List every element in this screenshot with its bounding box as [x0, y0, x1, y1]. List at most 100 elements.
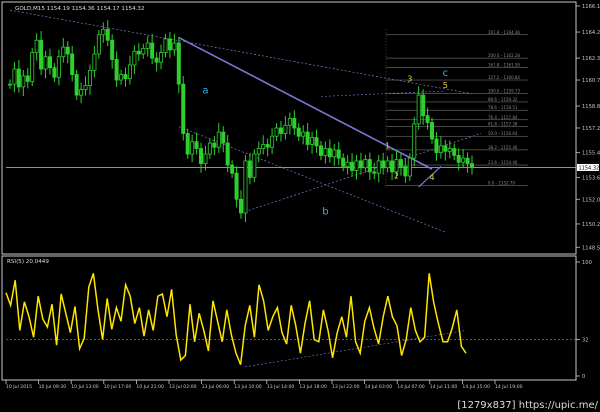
- candle-body: [234, 172, 239, 200]
- candle-body: [341, 157, 346, 167]
- candle-body: [163, 38, 168, 54]
- price-tick-label: 1157.20: [582, 126, 600, 132]
- candle-body: [12, 68, 17, 85]
- time-tick-label: 14 Jul 03:00: [365, 384, 393, 390]
- candle-body: [252, 153, 257, 178]
- candle-body: [194, 141, 199, 149]
- candle-body: [278, 127, 283, 134]
- candle-body: [172, 42, 177, 51]
- candle-body: [261, 144, 266, 149]
- time-tick-label: 14 Jul 15:00: [462, 384, 490, 390]
- candle-body: [461, 157, 466, 163]
- candle-body: [438, 145, 443, 154]
- time-tick-label: 13 Jul 18:00: [299, 384, 327, 390]
- candle-body: [358, 160, 363, 169]
- time-tick-label: 13 Jul 22:00: [332, 384, 360, 390]
- fib-level-label: 61.8 - 1157.38: [488, 122, 518, 127]
- time-tick-label: 13 Jul 06:00: [202, 384, 230, 390]
- price-tick-label: 1152.00: [582, 197, 600, 203]
- fib-level-label: 76.4 - 1157.84: [488, 115, 518, 120]
- candle-body: [407, 157, 412, 177]
- price-tick-label: 1160.70: [582, 78, 600, 84]
- candle-body: [345, 161, 350, 167]
- price-tick-label: 1166.10: [582, 4, 600, 10]
- candle-body: [430, 122, 435, 140]
- candle-body: [443, 145, 448, 152]
- fib-level-label: 161.8 - 1161.59: [488, 63, 520, 68]
- price-tick-label: 1162.30: [582, 56, 600, 62]
- candle-body: [199, 148, 204, 165]
- candle-body: [30, 52, 35, 82]
- candle-body: [323, 148, 328, 156]
- price-tick-label: 1164.20: [582, 30, 600, 36]
- candle-body: [203, 153, 208, 165]
- candle-body: [314, 137, 319, 147]
- price-tick-label: 1158.80: [582, 104, 600, 110]
- fib-level-label: 261.8 - 1164.36: [488, 30, 520, 35]
- wave-label: 4: [429, 173, 434, 182]
- candle-body: [283, 124, 288, 134]
- candle-body: [270, 135, 275, 148]
- candle-body: [336, 149, 341, 159]
- fib-level-label: 78.6 - 1158.51: [488, 105, 518, 110]
- candle-body: [287, 118, 292, 126]
- candle-body: [43, 56, 48, 70]
- candle-body: [256, 148, 261, 155]
- time-tick-label: 13 Jul 14:00: [267, 384, 295, 390]
- candle-body: [25, 75, 30, 82]
- candle-body: [185, 133, 190, 155]
- candle-body: [167, 38, 172, 51]
- candle-body: [154, 57, 159, 63]
- candle-body: [176, 42, 181, 85]
- wave-label: 2: [394, 172, 399, 181]
- price-panel-frame: [1, 1, 577, 255]
- candle-body: [456, 155, 461, 163]
- candle-body: [243, 160, 248, 214]
- fib-level-label: 100.0 - 1159.73: [488, 89, 520, 94]
- time-tick-label: 10 Jul 09:30: [39, 384, 67, 390]
- candle-body: [150, 42, 155, 59]
- time-tick-label: 14 Jul 11:00: [430, 384, 458, 390]
- candle-body: [305, 131, 310, 145]
- candle-body: [141, 48, 146, 55]
- candle-body: [136, 50, 141, 55]
- candle-body: [296, 127, 301, 137]
- candle-body: [221, 131, 226, 144]
- candle-body: [114, 59, 119, 81]
- candle-body: [350, 161, 355, 171]
- candle-body: [159, 52, 164, 63]
- candle-body: [21, 75, 26, 88]
- candle-body: [70, 53, 75, 75]
- rsi-tick-label: 32: [582, 338, 589, 344]
- candle-body: [216, 131, 221, 148]
- candle-body: [318, 145, 323, 156]
- fib-level-label: 200.0 - 1162.28: [488, 53, 520, 58]
- time-tick-label: 13 Jul 02:00: [169, 384, 197, 390]
- time-axis: 10 Jul 2015 10 Jul 09:30 10 Jul 13:00 10 Ju…: [5, 380, 523, 390]
- time-tick-label: 14 Jul 19:00: [495, 384, 523, 390]
- candle-body: [7, 83, 12, 86]
- candle-body: [101, 28, 106, 36]
- candle-body: [47, 56, 52, 69]
- candle-body: [56, 56, 61, 78]
- candle-body: [65, 46, 70, 55]
- candle-body: [225, 142, 230, 166]
- price-tick-label: 1153.60: [582, 175, 600, 181]
- candle-body: [465, 157, 470, 165]
- candle-body: [74, 74, 79, 96]
- candle-body: [274, 127, 279, 137]
- candle-body: [110, 39, 115, 60]
- candle-body: [230, 164, 235, 174]
- candle-body: [16, 68, 21, 88]
- candle-body: [394, 159, 399, 173]
- candle-body: [398, 159, 403, 167]
- fib-level-label: 23.6 - 1154.46: [488, 160, 518, 165]
- candle-body: [434, 138, 439, 154]
- candle-body: [447, 148, 452, 152]
- time-tick-label: 10 Jul 13:00: [71, 384, 99, 390]
- price-tick-label: 1150.20: [582, 222, 600, 228]
- rsi-tick-label: 0: [582, 374, 585, 380]
- fib-level-label: 88.6 - 1159.32: [488, 97, 518, 102]
- candle-body: [105, 28, 110, 41]
- candle-body: [96, 34, 101, 55]
